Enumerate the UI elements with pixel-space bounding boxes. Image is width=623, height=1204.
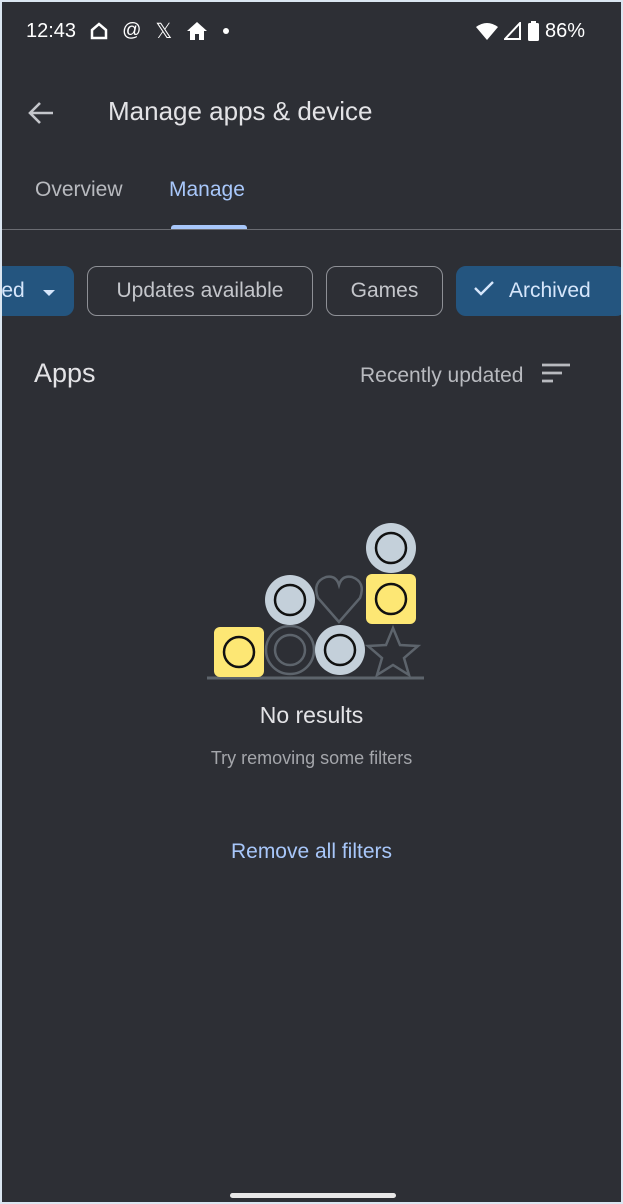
threads-icon: @ (122, 20, 142, 41)
tab-indicator (171, 225, 247, 229)
empty-subtitle: Try removing some filters (210, 748, 413, 768)
page-title: Manage apps & device (108, 96, 373, 126)
sort-label: Recently updated (360, 364, 524, 387)
x-icon: 𝕏 (155, 19, 173, 43)
filter-chip-installed[interactable]: ed (2, 266, 74, 316)
chip-label: Updates available (116, 279, 284, 302)
chip-label: Games (350, 279, 419, 302)
empty-state-illustration (202, 512, 432, 697)
filter-chip-games[interactable]: Games (326, 266, 443, 316)
section-title: Apps (34, 358, 96, 388)
chip-label: ed (2, 279, 25, 302)
chip-label: Archived (509, 279, 591, 302)
home-filled-icon (186, 21, 208, 41)
dropdown-arrow-icon (42, 279, 55, 303)
screen: 12:43 @ 𝕏 86% Manage apps & device Overv… (2, 2, 621, 1202)
remove-all-filters-button[interactable]: Remove all filters (2, 840, 621, 864)
check-icon (473, 279, 495, 303)
tab-manage[interactable]: Manage (169, 178, 245, 202)
filter-chip-archived[interactable]: Archived (456, 266, 621, 316)
back-arrow-icon[interactable] (24, 96, 58, 130)
signal-icon (503, 22, 522, 40)
battery-percent: 86% (544, 19, 585, 42)
home-outline-icon (90, 22, 108, 40)
sort-button[interactable]: Recently updated (360, 362, 571, 390)
sort-icon (541, 362, 571, 390)
clock: 12:43 (26, 19, 77, 42)
tab-overview[interactable]: Overview (35, 178, 123, 202)
wifi-icon (475, 22, 498, 40)
battery-icon (527, 21, 539, 41)
filter-chip-updates-available[interactable]: Updates available (87, 266, 313, 316)
gesture-navigation-bar[interactable] (230, 1193, 396, 1198)
tab-bar: Overview Manage (2, 170, 621, 230)
empty-title: No results (259, 702, 364, 728)
status-bar: 12:43 @ 𝕏 86% (26, 18, 585, 44)
dot-icon (222, 27, 230, 35)
app-bar: Manage apps & device (2, 90, 621, 134)
